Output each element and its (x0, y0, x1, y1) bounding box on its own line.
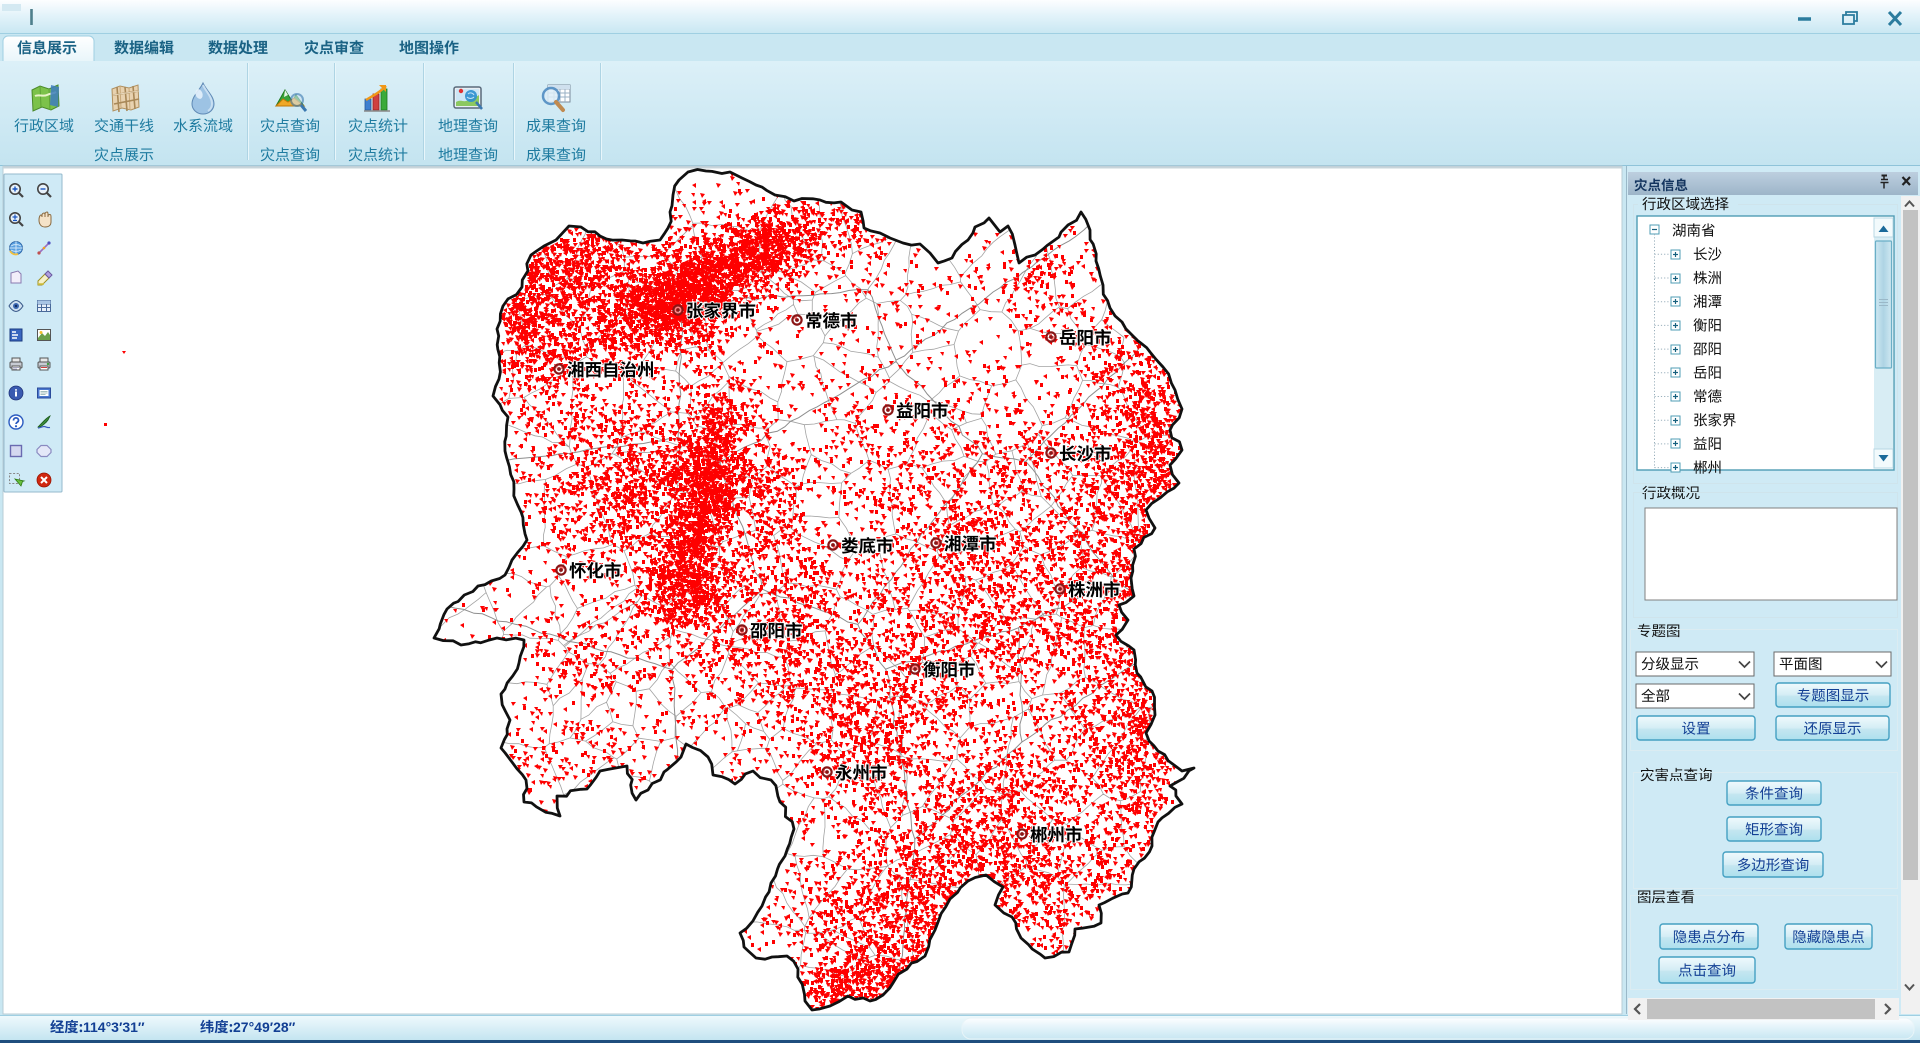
svg-text:114°3′31″: 114°3′31″ (83, 1019, 145, 1035)
svg-text:27°49′28″: 27°49′28″ (233, 1019, 296, 1035)
